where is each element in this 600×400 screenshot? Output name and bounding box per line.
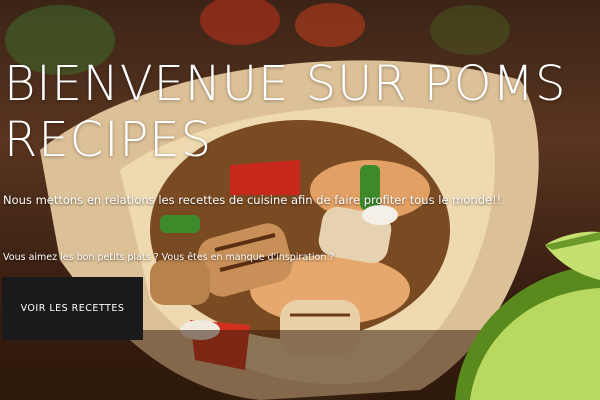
hero-overlay: BIENVENUE SUR POMS RECIPES Nous mettons … [0,0,600,400]
hero-section: BIENVENUE SUR POMS RECIPES Nous mettons … [0,0,600,400]
hero-tagline: Vous aimez les bon petits plats ? Vous ê… [3,252,335,263]
page-title: BIENVENUE SUR POMS RECIPES [4,56,567,168]
view-recipes-button[interactable]: VOIR LES RECETTES [2,277,143,340]
hero-subtitle: Nous mettons en relations les recettes d… [3,193,502,207]
